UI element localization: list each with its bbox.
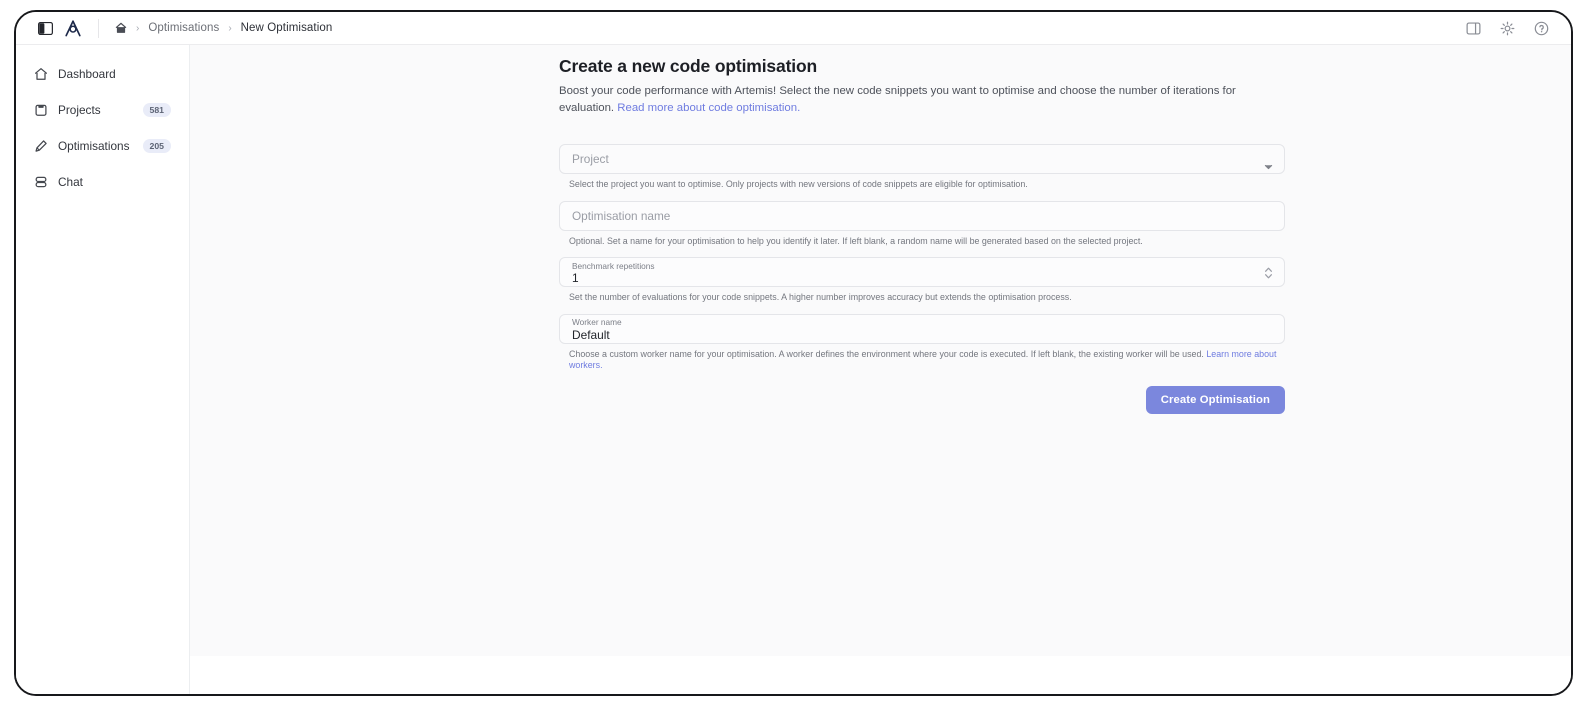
- content-wrapper: Create a new code optimisation Boost you…: [190, 45, 1571, 694]
- panel-toggle-icon[interactable]: [38, 21, 53, 35]
- benchmark-repetitions-label: Benchmark repetitions: [572, 260, 655, 271]
- breadcrumb-item-optimisations[interactable]: Optimisations: [148, 22, 219, 34]
- benchmark-repetitions-stepper[interactable]: Benchmark repetitions 1: [559, 257, 1285, 288]
- sidebar-item-label: Projects: [58, 103, 101, 117]
- toolbar-divider: [98, 18, 99, 38]
- sidebar-item-label: Dashboard: [58, 67, 116, 81]
- benchmark-repetitions-helper-text: Set the number of evaluations for your c…: [569, 292, 1072, 303]
- gear-icon[interactable]: [1500, 21, 1515, 36]
- app-window: › Optimisations › New Optimisation Dashb…: [14, 10, 1573, 696]
- project-helper-text: Select the project you want to optimise.…: [569, 179, 1028, 190]
- clipboard-icon: [34, 103, 48, 117]
- worker-name-helper-text: Choose a custom worker name for your opt…: [569, 349, 1287, 372]
- content-panel: Create a new code optimisation Boost you…: [190, 45, 1571, 656]
- worker-name-helper-label: Choose a custom worker name for your opt…: [569, 348, 1207, 359]
- read-more-link[interactable]: Read more about code optimisation.: [617, 102, 800, 114]
- project-select-placeholder: Project: [572, 152, 609, 167]
- breadcrumb-home-icon[interactable]: [115, 22, 127, 34]
- chat-icon: [34, 175, 48, 189]
- benchmark-repetitions-value: 1: [572, 270, 579, 285]
- sidebar-item-projects[interactable]: Projects 581: [26, 97, 179, 123]
- chevron-down-icon: [1264, 157, 1273, 175]
- home-icon: [34, 67, 48, 81]
- sidebar-item-dashboard[interactable]: Dashboard: [26, 61, 179, 87]
- help-icon[interactable]: [1534, 21, 1549, 36]
- worker-name-label: Worker name: [572, 317, 622, 328]
- sidebar-badge-projects: 581: [142, 103, 171, 117]
- page-title: Create a new code optimisation: [559, 56, 818, 76]
- field-optimisation-name: Optimisation name Optional. Set a name f…: [559, 200, 1287, 248]
- sidebar: Dashboard Projects 581 Optimisations 205…: [16, 45, 190, 694]
- page-description: Boost your code performance with Artemis…: [559, 83, 1286, 116]
- optimisation-name-helper-text: Optional. Set a name for your optimisati…: [569, 235, 1143, 246]
- sidebar-item-optimisations[interactable]: Optimisations 205: [26, 133, 179, 159]
- worker-name-input[interactable]: Worker name Default: [559, 313, 1285, 344]
- optimisation-name-placeholder: Optimisation name: [572, 208, 671, 223]
- app-body: Dashboard Projects 581 Optimisations 205…: [16, 45, 1571, 694]
- stepper-updown-icon[interactable]: [1263, 265, 1274, 286]
- sidebar-item-chat[interactable]: Chat: [26, 169, 179, 195]
- brand-area: [38, 19, 82, 37]
- panel-layout-icon[interactable]: [1466, 21, 1481, 36]
- project-select[interactable]: Project: [559, 144, 1285, 175]
- worker-name-value: Default: [572, 327, 610, 342]
- top-bar: › Optimisations › New Optimisation: [16, 12, 1571, 45]
- field-benchmark-repetitions: Benchmark repetitions 1 Set the number o…: [559, 257, 1287, 304]
- breadcrumb-item-new-optimisation: New Optimisation: [240, 22, 333, 34]
- breadcrumb-separator-1: ›: [136, 22, 140, 34]
- field-project: Project Select the project you want to o…: [559, 144, 1287, 191]
- create-optimisation-form: Create a new code optimisation Boost you…: [559, 45, 1287, 414]
- sidebar-item-label: Chat: [58, 175, 83, 189]
- optimisation-name-input[interactable]: Optimisation name: [559, 200, 1285, 231]
- fields-group: Project Select the project you want to o…: [559, 144, 1287, 414]
- create-optimisation-button[interactable]: Create Optimisation: [1145, 385, 1285, 414]
- top-bar-actions: [1466, 21, 1549, 36]
- artemis-a-logo[interactable]: [64, 19, 82, 37]
- sidebar-badge-optimisations: 205: [142, 139, 171, 153]
- form-actions: Create Optimisation: [559, 385, 1285, 414]
- breadcrumb-separator-2: ›: [228, 22, 232, 34]
- pencil-icon: [34, 139, 48, 153]
- sidebar-item-label: Optimisations: [58, 139, 130, 153]
- field-worker-name: Worker name Default Choose a custom work…: [559, 313, 1287, 372]
- breadcrumb: › Optimisations › New Optimisation: [115, 22, 332, 34]
